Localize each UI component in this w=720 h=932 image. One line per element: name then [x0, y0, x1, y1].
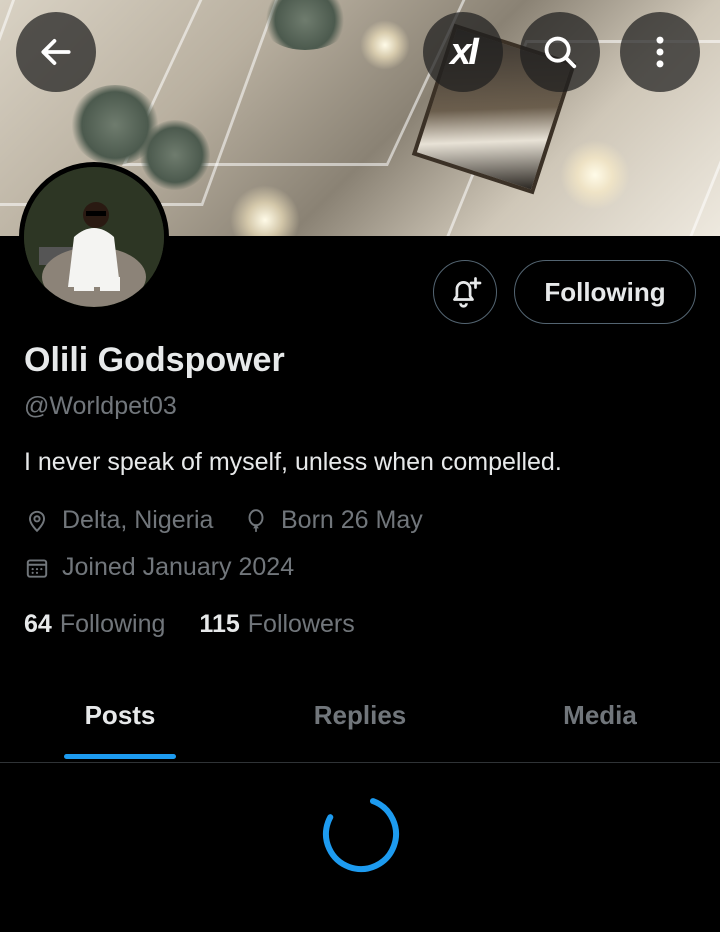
tab-posts[interactable]: Posts — [0, 700, 240, 731]
search-button[interactable] — [520, 12, 600, 92]
profile-handle: @Worldpet03 — [24, 392, 177, 420]
followers-count-link[interactable]: 115 Followers — [199, 610, 354, 639]
location-text: Delta, Nigeria — [62, 506, 214, 534]
following-count-link[interactable]: 64 Following — [24, 610, 165, 639]
back-button[interactable] — [16, 12, 96, 92]
following-count-label: Following — [59, 610, 166, 638]
followers-count: 115 — [199, 610, 240, 638]
location-pin-icon — [28, 510, 46, 532]
avatar[interactable] — [19, 162, 169, 312]
balloon-icon — [248, 508, 264, 532]
following-count: 64 — [24, 610, 52, 638]
joined-item: Joined January 2024 — [24, 553, 294, 582]
banner-light — [560, 140, 630, 210]
birthday-text: Born 26 May — [281, 506, 423, 534]
tab-replies[interactable]: Replies — [240, 700, 480, 731]
calendar-icon — [26, 558, 48, 578]
avatar-photo — [24, 167, 164, 307]
follow-counts: 64 Following 115 Followers — [24, 610, 355, 639]
followers-count-label: Followers — [247, 610, 355, 638]
more-icon — [656, 36, 664, 68]
following-button[interactable]: Following — [514, 260, 696, 324]
notifications-button[interactable] — [433, 260, 497, 324]
loading-spinner-icon — [323, 796, 399, 872]
grok-button[interactable]: xI — [423, 12, 503, 92]
search-icon — [544, 36, 577, 69]
joined-text: Joined January 2024 — [62, 553, 295, 581]
more-options-button[interactable] — [620, 12, 700, 92]
active-tab-indicator — [64, 754, 176, 759]
tab-media[interactable]: Media — [480, 700, 720, 731]
banner-light — [230, 185, 300, 236]
birthday-item: Born 26 May — [243, 506, 423, 535]
banner-light — [360, 20, 410, 70]
profile-tabs: Posts Replies Media — [0, 690, 720, 763]
grok-icon: xI — [450, 30, 479, 73]
bell-plus-icon — [453, 277, 482, 308]
profile-bio: I never speak of myself, unless when com… — [24, 448, 562, 476]
banner-decor — [140, 120, 210, 190]
back-arrow-icon — [41, 39, 71, 65]
profile-name: Olili Godspower — [24, 341, 285, 379]
location-item: Delta, Nigeria — [24, 506, 213, 535]
